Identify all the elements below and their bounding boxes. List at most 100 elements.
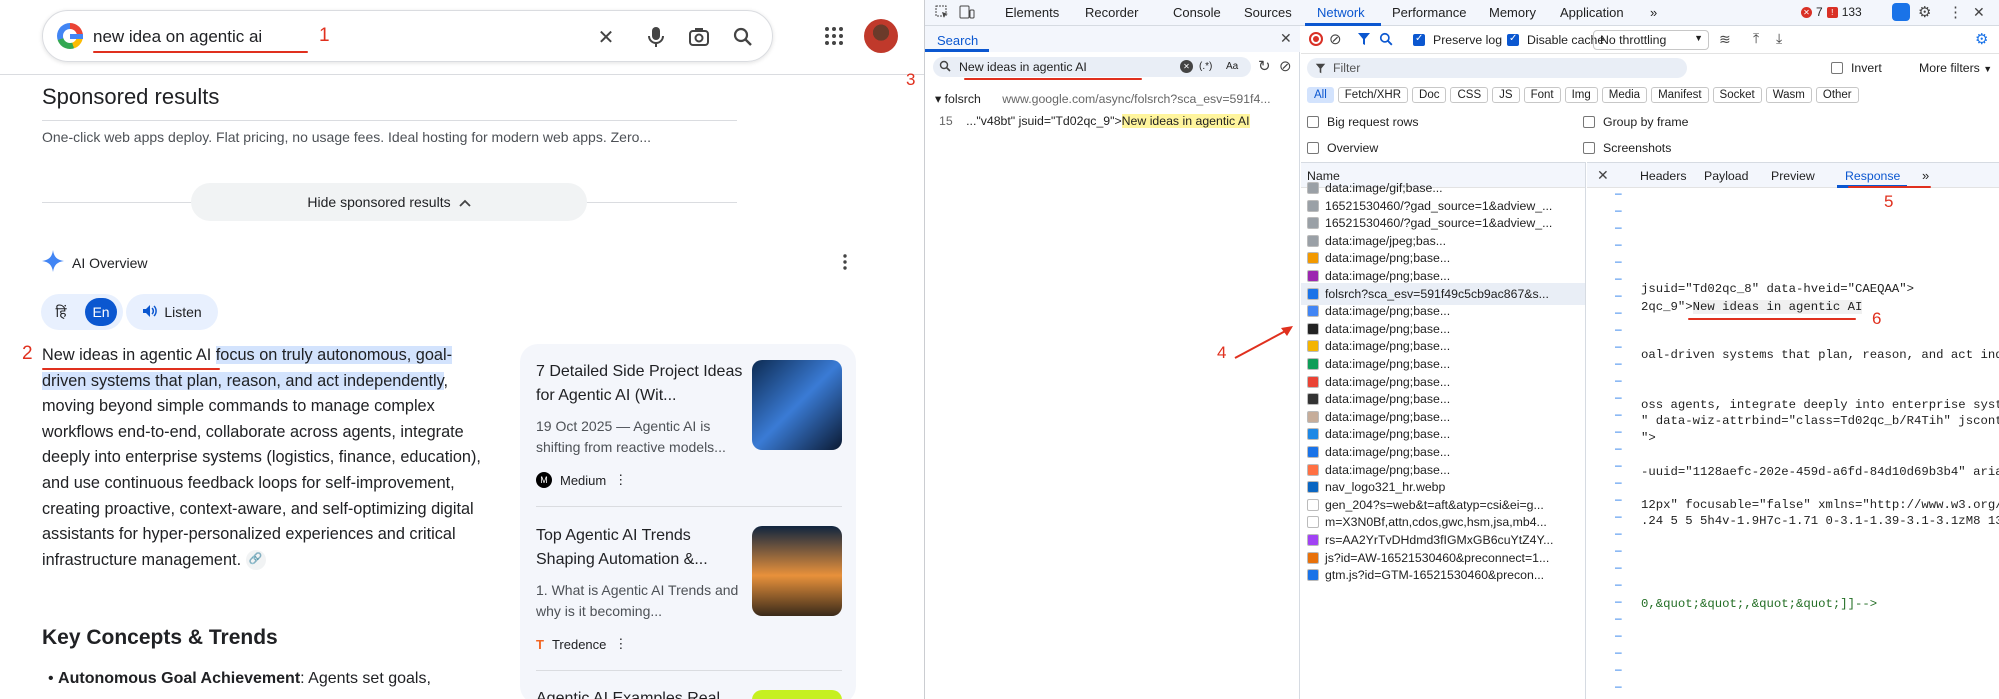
search-result-line[interactable]: 15 ..."v48bt" jsuid="Td02qc_9">New ideas… — [939, 114, 1299, 128]
type-filter-js[interactable]: JS — [1492, 87, 1520, 103]
annotation-5: 5 — [1884, 192, 1894, 211]
big-rows-checkbox[interactable]: Big request rows — [1307, 115, 1419, 129]
type-filter-img[interactable]: Img — [1564, 87, 1598, 103]
close-detail-icon[interactable]: ✕ — [1597, 167, 1609, 184]
type-filter-all[interactable]: All — [1307, 87, 1334, 103]
hide-sponsored-button[interactable]: Hide sponsored results — [191, 183, 587, 221]
tab-application[interactable]: Application — [1560, 5, 1624, 20]
settings-gear-icon[interactable]: ⚙ — [1918, 3, 1931, 21]
close-devtools-icon[interactable]: ✕ — [1973, 4, 1985, 21]
clear-log-icon[interactable]: ⊘ — [1329, 30, 1342, 48]
card-2-more-icon[interactable]: ⋮ — [614, 636, 627, 652]
annotation-underline-2 — [42, 368, 220, 370]
devtools-toolbar: Elements Recorder Console Sources Networ… — [925, 0, 1999, 26]
type-filter-manifest[interactable]: Manifest — [1651, 87, 1709, 103]
request-name: rs=AA2YrTvDHdmd3fIGMxGB6cuYtZ4Y... — [1325, 533, 1554, 547]
search-drawer-title[interactable]: Search — [937, 33, 978, 48]
card-2-title[interactable]: Top Agentic AI Trends Shaping Automation… — [536, 524, 746, 572]
overview-checkbox[interactable]: Overview — [1307, 141, 1378, 155]
close-search-icon[interactable]: ✕ — [1280, 30, 1292, 47]
throttling-select[interactable]: No throttling ▼ — [1593, 30, 1709, 50]
filter-toggle-icon[interactable] — [1357, 32, 1371, 49]
upload-har-icon[interactable]: ⤒ — [1753, 30, 1759, 47]
type-filter-other[interactable]: Other — [1815, 87, 1859, 103]
type-filter-wasm[interactable]: Wasm — [1765, 87, 1812, 103]
preserve-log-checkbox[interactable]: Preserve log — [1413, 33, 1502, 47]
search-network-icon[interactable] — [1379, 32, 1393, 49]
type-filter-doc[interactable]: Doc — [1412, 87, 1447, 103]
device-toggle-icon[interactable] — [959, 5, 975, 22]
card-1-more-icon[interactable]: ⋮ — [614, 472, 627, 488]
tab-recorder[interactable]: Recorder — [1085, 5, 1138, 20]
clear-search-icon[interactable]: ✕ — [1180, 60, 1193, 73]
type-filter-socket[interactable]: Socket — [1712, 87, 1762, 103]
type-filter-fetch[interactable]: Fetch/XHR — [1337, 87, 1409, 103]
gutter-dash: – — [1615, 662, 1622, 676]
tab-network[interactable]: Network — [1317, 5, 1365, 20]
ad-text[interactable]: One-click web apps deploy. Flat pricing,… — [42, 129, 651, 145]
card-1-title[interactable]: 7 Detailed Side Project Ideas for Agenti… — [536, 360, 746, 408]
request-row[interactable]: gtm.js?id=GTM-16521530460&precon... — [1307, 564, 1585, 586]
type-filter-font[interactable]: Font — [1523, 87, 1561, 103]
match-case-toggle[interactable]: Aa — [1226, 61, 1238, 72]
more-vert-icon[interactable] — [843, 254, 847, 275]
card-2-source[interactable]: T Tredence ⋮ — [536, 636, 627, 652]
annotation-1: 1 — [319, 25, 330, 46]
tab-memory[interactable]: Memory — [1489, 5, 1536, 20]
request-name: js?id=AW-16521530460&preconnect=1... — [1325, 550, 1550, 565]
lens-icon[interactable] — [686, 24, 712, 50]
issue-counters[interactable]: ✕ 7 ! 133 — [1801, 5, 1862, 19]
search-field[interactable]: New ideas in agentic AI ✕ (.*) Aa — [933, 57, 1251, 77]
download-har-icon[interactable]: ⤓ — [1776, 30, 1782, 47]
tab-console[interactable]: Console — [1173, 5, 1221, 20]
group-frame-checkbox[interactable]: Group by frame — [1583, 115, 1688, 129]
lang-en-button[interactable]: En — [85, 298, 117, 326]
search-box[interactable]: new idea on agentic ai 1 ✕ — [42, 10, 773, 62]
search-tab-indicator — [925, 49, 989, 52]
request-name: data:image/png;base... — [1325, 269, 1451, 283]
overview-check-icon — [1307, 142, 1319, 154]
search-result-file[interactable]: ▾ folsrch www.google.com/async/folsrch?s… — [935, 92, 1297, 106]
disable-cache-checkbox[interactable]: Disable cache — [1507, 33, 1604, 47]
gutter-dash: – — [1615, 560, 1622, 574]
screenshots-checkbox[interactable]: Screenshots — [1583, 141, 1671, 155]
inspect-icon[interactable] — [935, 5, 949, 22]
invert-checkbox[interactable]: Invert — [1831, 61, 1882, 75]
gutter-dash: – — [1615, 373, 1622, 387]
network-conditions-icon[interactable]: ≋ — [1719, 31, 1731, 48]
more-filters-dropdown[interactable]: More filters ▼ — [1919, 61, 1992, 75]
clear-icon[interactable]: ✕ — [593, 24, 619, 50]
devtools: Elements Recorder Console Sources Networ… — [906, 0, 1999, 699]
annotation-arrow-icon — [1234, 326, 1293, 359]
detail-tab-preview[interactable]: Preview — [1771, 169, 1815, 183]
network-filter-input[interactable]: Filter — [1307, 58, 1687, 78]
sync-icon[interactable] — [1892, 3, 1910, 21]
avatar[interactable] — [864, 19, 898, 53]
listen-button[interactable]: Listen — [126, 294, 218, 330]
kebab-menu-icon[interactable]: ⋮ — [1948, 3, 1963, 21]
type-filter-css[interactable]: CSS — [1450, 87, 1489, 103]
tab-performance[interactable]: Performance — [1392, 5, 1466, 20]
card-3-title[interactable]: Agentic AI Examples Real — [536, 687, 736, 699]
tab-sources[interactable]: Sources — [1244, 5, 1292, 20]
more-tabs-icon[interactable]: » — [1650, 5, 1657, 20]
tab-elements[interactable]: Elements — [1005, 5, 1059, 20]
record-icon[interactable] — [1309, 32, 1323, 46]
detail-tab-payload[interactable]: Payload — [1704, 169, 1748, 183]
mic-icon[interactable] — [643, 24, 669, 50]
regex-toggle[interactable]: (.*) — [1199, 61, 1212, 72]
type-filter-media[interactable]: Media — [1601, 87, 1648, 103]
search-field-value[interactable]: New ideas in agentic AI — [959, 60, 1087, 74]
apps-grid-icon[interactable] — [824, 26, 844, 51]
search-query[interactable]: new idea on agentic ai — [93, 27, 262, 47]
detail-tab-headers[interactable]: Headers — [1640, 169, 1686, 183]
detail-tab-response[interactable]: Response — [1845, 169, 1900, 183]
more-detail-tabs-icon[interactable]: » — [1922, 168, 1929, 183]
link-icon[interactable]: 🔗 — [245, 550, 266, 571]
refresh-icon[interactable]: ↻ — [1258, 57, 1271, 75]
network-settings-icon[interactable]: ⚙ — [1975, 30, 1988, 48]
card-1-source[interactable]: M Medium ⋮ — [536, 472, 627, 488]
clear-results-icon[interactable]: ⊘ — [1279, 57, 1292, 75]
lang-hi-button[interactable]: हिं — [45, 298, 77, 326]
search-icon[interactable] — [730, 24, 756, 50]
